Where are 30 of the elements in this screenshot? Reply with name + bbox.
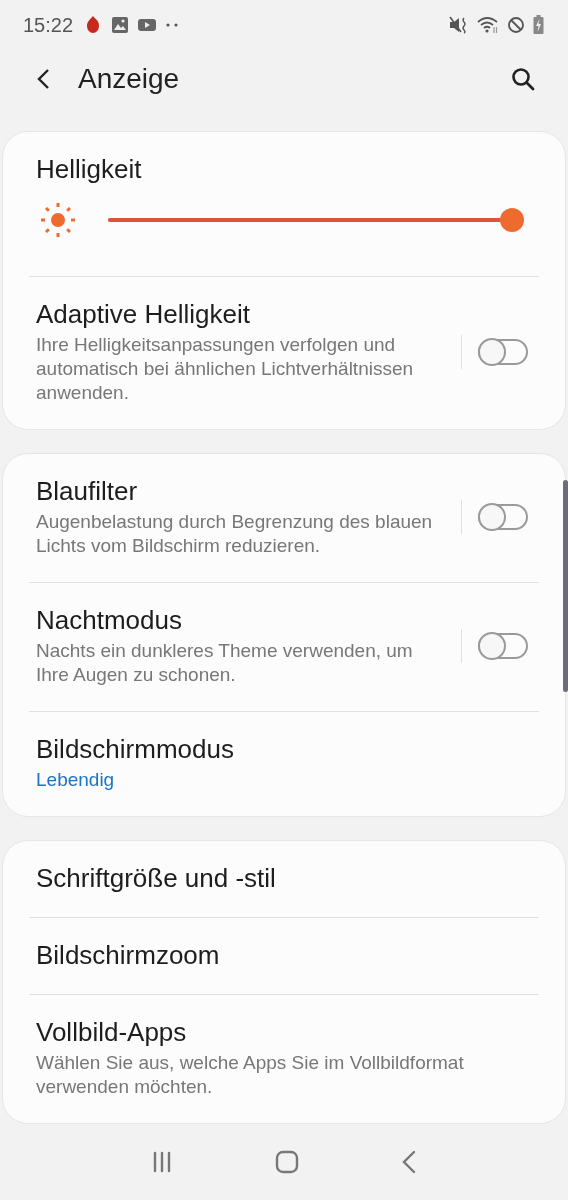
setting-title[interactable]: Bildschirmzoom [36,940,532,971]
back-icon[interactable] [36,68,50,91]
wifi-icon [477,16,499,35]
toggle-switch[interactable] [478,504,528,531]
setting-description: Augenbelastung durch Begrenzung des blauen Lichts vom Bildschirm reduzieren. [36,510,434,559]
slider-thumb[interactable] [500,208,524,233]
setting-title[interactable]: Nachtmodus [36,605,445,636]
setting-title[interactable]: Adaptive Helligkeit [36,299,445,330]
toggle-switch[interactable] [478,339,528,366]
search-icon[interactable] [511,67,535,92]
status-time: 15:22 [23,13,74,37]
setting-title[interactable]: Vollbild-Apps [36,1017,532,1048]
setting-value: Lebendig [36,768,116,793]
setting-title: Helligkeit [36,154,143,185]
setting-title[interactable]: Blaufilter [36,476,445,507]
setting-description: Wählen Sie aus, welche Apps Sie im Vollbildformat verwenden möchten. [36,1051,465,1100]
battery-charging-icon [533,15,544,36]
setting-description: Ihre Helligkeitsanpassungen verfolgen und automatisch bei ähnlichen Lichtverhältnissen anwenden. [36,333,415,406]
recent-apps-icon[interactable] [151,1151,173,1174]
video-icon [137,17,158,34]
image-icon [111,16,130,35]
blocked-icon [507,16,525,35]
home-icon[interactable] [275,1150,299,1175]
setting-title[interactable]: Schriftgröße und -stil [36,863,532,894]
more-notifications-icon [165,22,180,29]
setting-description: Nachts ein dunkleres Theme verwenden, um Ihre Augen zu schonen. [36,639,414,688]
mute-vibrate-icon [449,16,469,35]
page-title: Anzeige [78,63,180,96]
toggle-switch[interactable] [478,633,528,660]
setting-title[interactable]: Bildschirmmodus [36,734,532,765]
